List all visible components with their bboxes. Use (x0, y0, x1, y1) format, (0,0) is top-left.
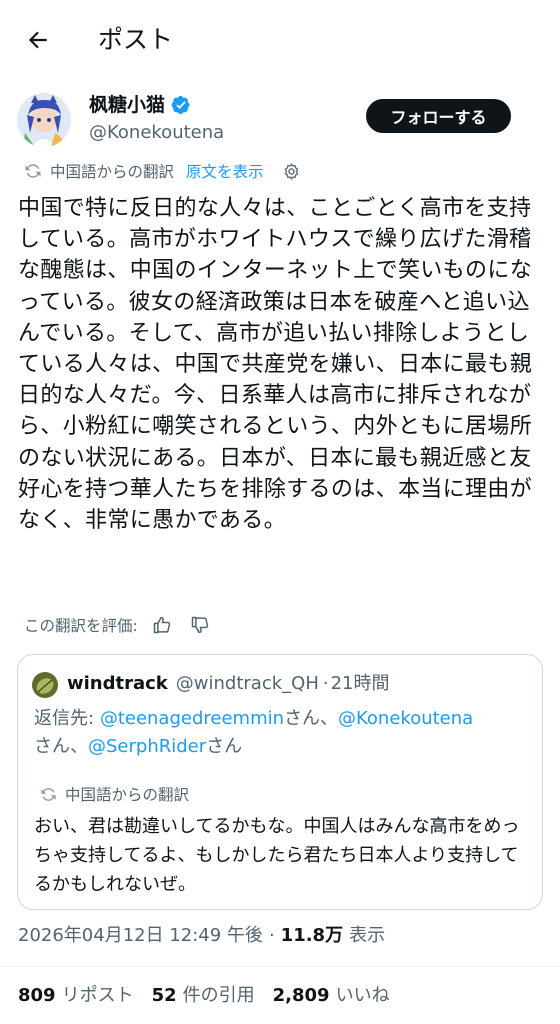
quotes-stat[interactable]: 52 件の引用 (152, 982, 255, 1010)
quoted-author-name[interactable]: windtrack (67, 670, 168, 698)
mention-suffix: さん (34, 736, 70, 757)
author-handle[interactable]: @Konekoutena (89, 120, 224, 146)
quoted-author-handle[interactable]: @windtrack_QH (176, 670, 319, 698)
translation-label: 中国語からの翻訳 (50, 163, 175, 181)
view-count[interactable]: 11.8万 (281, 922, 343, 950)
quoted-dot: · (322, 673, 329, 694)
quoted-header: windtrack @windtrack_QH · 21時間 (67, 670, 390, 698)
divider (0, 966, 560, 967)
engagement-stats: 809 リポスト 52 件の引用 2,809 いいね (18, 982, 408, 1010)
quoted-avatar[interactable] (32, 672, 58, 698)
translation-settings-button[interactable] (282, 162, 301, 181)
gear-icon (284, 162, 298, 180)
quotes-label: 件の引用 (182, 985, 255, 1006)
reposts-count: 809 (18, 985, 56, 1006)
back-arrow-icon (28, 31, 47, 49)
page-title: ポスト (98, 25, 174, 54)
show-original-link[interactable]: 原文を表示 (186, 160, 264, 182)
likes-count: 2,809 (272, 985, 330, 1006)
translation-row: 中国語からの翻訳 原文を表示 (24, 157, 301, 185)
translate-icon (25, 164, 41, 178)
post-timestamp[interactable]: 2026年04月12日 12:49 午後 (18, 922, 263, 950)
quoted-reply-to: 返信先: @teenagedreemminさん、@Konekoutena さん、@… (34, 705, 534, 761)
mention-sep: 、 (320, 708, 339, 729)
back-button[interactable] (20, 22, 56, 58)
quoted-text: おい、君は勘違いしてるかもな。中国人はみんな高市をめっちゃ支持してるよ、もしかし… (34, 816, 520, 895)
follow-button[interactable]: フォローする (366, 99, 511, 133)
view-label: 表示 (349, 925, 386, 946)
top-bar: ポスト (0, 0, 560, 78)
post-text: 中国で特に反日的な人々は、ことごとく高市を支持している。高市がホワイトハウスで繰… (18, 196, 533, 534)
author-name[interactable]: 枫糖小猫 (89, 92, 165, 118)
quoted-time[interactable]: 21時間 (331, 670, 390, 698)
mention-sep: 、 (70, 736, 88, 757)
thumbs-down-icon (191, 616, 208, 634)
verified-badge-icon[interactable] (171, 95, 191, 115)
avatar[interactable] (17, 93, 71, 147)
mention-link[interactable]: @teenagedreemmin (100, 708, 284, 729)
meta-dot: · (268, 925, 275, 946)
mention-link[interactable]: @Konekoutena (338, 708, 473, 729)
likes-label: いいね (335, 985, 390, 1006)
reposts-stat[interactable]: 809 リポスト (18, 982, 134, 1010)
thumbs-down-button[interactable] (190, 615, 210, 635)
rate-translation-label: この翻訳を評価: (24, 617, 138, 635)
mention-suffix: さん (284, 708, 321, 729)
reposts-label: リポスト (61, 985, 134, 1006)
thumbs-up-button[interactable] (152, 615, 172, 635)
quotes-count: 52 (151, 985, 177, 1006)
likes-stat[interactable]: 2,809 いいね (273, 982, 390, 1010)
post-meta: 2026年04月12日 12:49 午後 · 11.8万 表示 (18, 922, 385, 950)
translate-icon (41, 787, 56, 801)
thumbs-up-icon (153, 616, 170, 634)
quoted-translation-label: 中国語からの翻訳 (65, 786, 190, 804)
mention-link[interactable]: @SerphRider (88, 736, 206, 757)
mention-suffix: さん (206, 736, 243, 757)
quoted-translation-row: 中国語からの翻訳 (40, 782, 189, 806)
author-name-row: 枫糖小猫 (89, 92, 191, 118)
reply-prefix: 返信先: (34, 708, 95, 729)
rate-translation-row: この翻訳を評価: (24, 611, 210, 639)
